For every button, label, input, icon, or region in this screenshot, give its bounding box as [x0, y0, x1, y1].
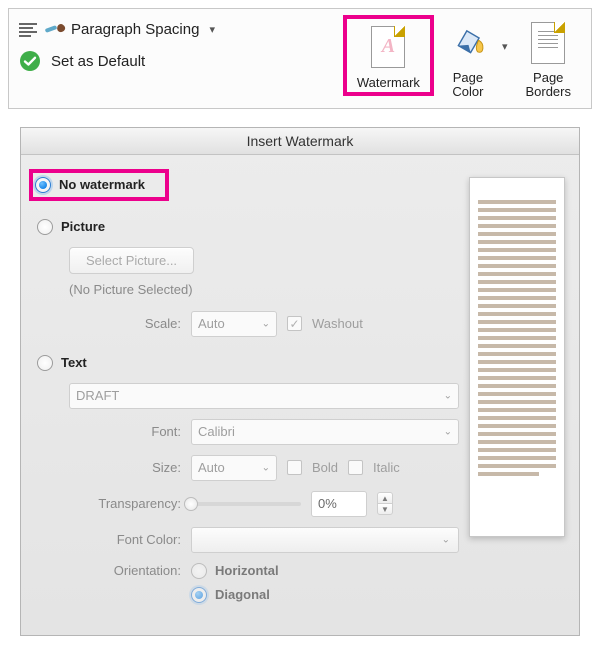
- radio-picture-label: Picture: [61, 219, 105, 234]
- page-borders-button[interactable]: Page Borders: [515, 15, 581, 102]
- transparency-value-box[interactable]: 0%: [311, 491, 367, 517]
- paragraph-lines-icon: [19, 23, 37, 37]
- set-as-default-button[interactable]: Set as Default: [19, 50, 339, 72]
- page-borders-button-label: Page Borders: [525, 71, 571, 100]
- washout-label: Washout: [312, 316, 363, 331]
- chevron-down-icon: ⌄: [262, 318, 270, 329]
- orientation-horizontal-label: Horizontal: [215, 563, 279, 578]
- scale-combo[interactable]: Auto ⌄: [191, 311, 277, 337]
- font-value: Calibri: [198, 424, 235, 439]
- preview-pane: [469, 173, 565, 613]
- scale-value: Auto: [198, 316, 225, 331]
- chevron-down-icon: ▾: [207, 23, 215, 36]
- size-value: Auto: [198, 460, 225, 475]
- font-combo[interactable]: Calibri ⌄: [191, 419, 459, 445]
- watermark-page-icon: A: [371, 26, 405, 68]
- radio-orientation-horizontal[interactable]: [191, 563, 207, 579]
- font-color-picker[interactable]: ⌄: [191, 527, 459, 553]
- size-combo[interactable]: Auto ⌄: [191, 455, 277, 481]
- paragraph-spacing-label: Paragraph Spacing: [71, 21, 199, 38]
- transparency-slider[interactable]: [191, 496, 301, 512]
- orientation-diagonal-label: Diagonal: [215, 587, 270, 602]
- chevron-down-icon: ⌄: [444, 426, 452, 437]
- set-as-default-label: Set as Default: [51, 53, 145, 70]
- page-color-button-label: Page Color: [452, 71, 483, 100]
- no-picture-hint: (No Picture Selected): [69, 282, 459, 297]
- italic-label: Italic: [373, 460, 400, 475]
- paintbrush-icon: [45, 25, 63, 35]
- radio-no-watermark-label: No watermark: [59, 177, 145, 192]
- font-color-label: Font Color:: [69, 532, 181, 547]
- text-watermark-combo[interactable]: DRAFT ⌄: [69, 383, 459, 409]
- italic-checkbox[interactable]: [348, 460, 363, 475]
- radio-text[interactable]: [37, 355, 53, 371]
- chevron-down-icon: ⌄: [442, 534, 450, 545]
- text-watermark-value: DRAFT: [76, 388, 119, 403]
- paragraph-spacing-dropdown[interactable]: Paragraph Spacing ▾: [19, 21, 339, 38]
- bold-checkbox[interactable]: [287, 460, 302, 475]
- washout-checkbox[interactable]: ✓: [287, 316, 302, 331]
- chevron-down-icon: ⌄: [444, 390, 452, 401]
- select-picture-button[interactable]: Select Picture...: [69, 247, 194, 274]
- preview-page: [469, 177, 565, 537]
- radio-no-watermark[interactable]: [35, 177, 51, 193]
- stepper-down-icon[interactable]: ▼: [377, 503, 393, 515]
- font-label: Font:: [69, 424, 181, 439]
- watermark-button[interactable]: A Watermark: [343, 15, 434, 96]
- radio-orientation-diagonal[interactable]: [191, 587, 207, 603]
- transparency-label: Transparency:: [69, 496, 181, 511]
- check-circle-icon: [19, 50, 41, 72]
- size-label: Size:: [69, 460, 181, 475]
- radio-picture[interactable]: [37, 219, 53, 235]
- scale-label: Scale:: [69, 316, 181, 331]
- insert-watermark-dialog: Insert Watermark No watermark Picture Se…: [20, 127, 580, 636]
- transparency-stepper[interactable]: ▲ ▼: [377, 492, 393, 515]
- radio-text-label: Text: [61, 355, 87, 370]
- watermark-button-label: Watermark: [357, 75, 420, 90]
- transparency-value: 0%: [318, 496, 337, 511]
- ribbon-left-group: Paragraph Spacing ▾ Set as Default: [19, 15, 339, 72]
- page-color-button[interactable]: Page Color: [438, 15, 498, 102]
- page-color-split-caret[interactable]: ▾: [502, 40, 512, 77]
- paint-bucket-icon: [443, 19, 492, 68]
- orientation-label: Orientation:: [69, 563, 181, 578]
- chevron-down-icon: ⌄: [262, 462, 270, 473]
- ribbon-toolbar: Paragraph Spacing ▾ Set as Default A Wat…: [8, 8, 592, 109]
- dialog-title: Insert Watermark: [21, 128, 579, 155]
- page-borders-icon: [531, 22, 565, 64]
- bold-label: Bold: [312, 460, 338, 475]
- highlight-no-watermark: No watermark: [29, 169, 169, 201]
